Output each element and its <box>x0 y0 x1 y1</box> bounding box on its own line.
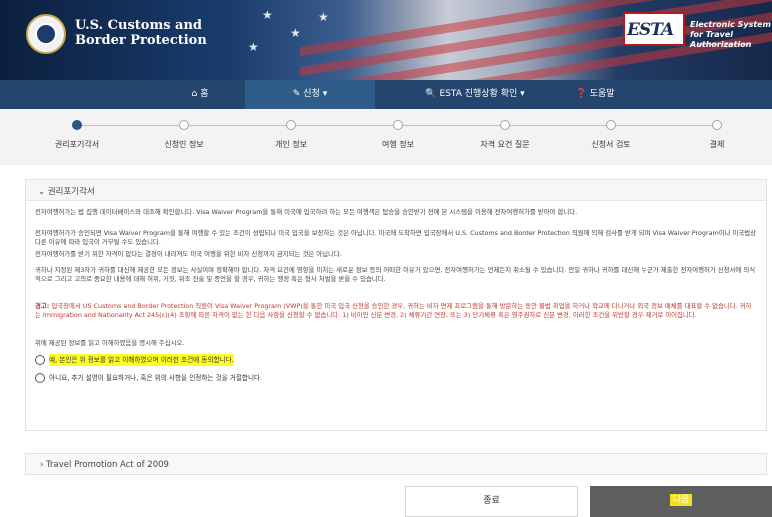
radio-button[interactable] <box>35 355 45 365</box>
site-header: ★ ★ ★ ★ U.S. Customs and Border Protecti… <box>0 0 772 80</box>
progress-steps <box>0 109 772 165</box>
step-label: 신청서 검토 <box>591 140 631 149</box>
search-icon: 🔍 <box>425 89 437 99</box>
step-dot-payment <box>712 120 722 130</box>
pencil-icon: ✎ <box>292 89 301 99</box>
step-dot-applicant <box>179 120 189 130</box>
waiver-panel: ⌄ 권리포기각서 전자여행허가는 법 집행 데이터베이스와 대조해 확인합니다.… <box>25 179 767 431</box>
step-label: 자격 요건 질문 <box>480 140 530 149</box>
help-icon: ❓ <box>575 89 587 99</box>
home-icon: ⌂ <box>191 89 198 99</box>
main-nav: ⌂ 홈 ✎ 신청 ▾ 🔍 ESTA 진행상황 확인 ▾ ❓ 도움말 <box>0 80 772 109</box>
waiver-paragraph: 전자여행허가가 승인되면 Visa Waiver Program을 통해 여행할… <box>35 229 757 246</box>
step-label: 개인 정보 <box>275 140 307 149</box>
step-label: 여행 정보 <box>382 140 414 149</box>
step-label: 결제 <box>709 140 725 149</box>
nav-help[interactable]: ❓ 도움말 <box>555 80 635 109</box>
waiver-paragraph: 전자여행허가를 받기 위한 자격이 없다는 결정이 내려져도 미국 여행을 위한… <box>35 250 342 258</box>
agency-name: U.S. Customs and Border Protection <box>75 18 207 48</box>
step-label: 신청인 정보 <box>164 140 204 149</box>
nav-check-status[interactable]: 🔍 ESTA 진행상황 확인 ▾ <box>405 80 545 109</box>
star-icon: ★ <box>318 10 329 24</box>
confirm-prompt: 위에 제공된 정보를 읽고 이해하였음을 명시해 주십시오. <box>35 339 185 347</box>
step-label: 권리포기각서 <box>54 140 100 149</box>
chevron-down-icon: ▾ <box>319 89 328 99</box>
next-button[interactable]: 다음 <box>590 486 772 517</box>
travel-promotion-panel[interactable]: › Travel Promotion Act of 2009 <box>25 453 767 475</box>
step-dot-personal <box>286 120 296 130</box>
waiver-paragraph: 귀하나 지정된 제3자가 귀하를 대신해 제공한 모든 정보는 사실이며 정확해… <box>35 266 756 283</box>
exit-button[interactable]: 종료 <box>405 486 578 517</box>
esta-subtitle: U.S. Department of Homeland Security <box>690 42 749 46</box>
star-icon: ★ <box>248 40 259 54</box>
star-icon: ★ <box>262 8 273 22</box>
waiver-paragraph: 전자여행허가는 법 집행 데이터베이스와 대조해 확인합니다. Visa Wai… <box>35 208 578 216</box>
chevron-down-icon: ▾ <box>517 89 525 99</box>
nav-apply[interactable]: ✎ 신청 ▾ <box>245 80 375 109</box>
step-dot-review <box>606 120 616 130</box>
step-dot-eligibility <box>500 120 510 130</box>
nav-home[interactable]: ⌂ 홈 <box>150 80 250 109</box>
star-icon: ★ <box>290 26 301 40</box>
waiver-panel-header[interactable]: ⌄ 권리포기각서 <box>26 180 766 201</box>
esta-logo: ESTA <box>623 12 685 46</box>
radio-button[interactable] <box>35 373 45 383</box>
step-dot-waiver <box>72 120 82 130</box>
chevron-down-icon: ⌄ <box>38 187 48 197</box>
dhs-seal-logo <box>26 14 66 54</box>
warning-paragraph: 경고: 입국장에서 US Customs and Border Protecti… <box>35 302 752 319</box>
step-dot-travel <box>393 120 403 130</box>
